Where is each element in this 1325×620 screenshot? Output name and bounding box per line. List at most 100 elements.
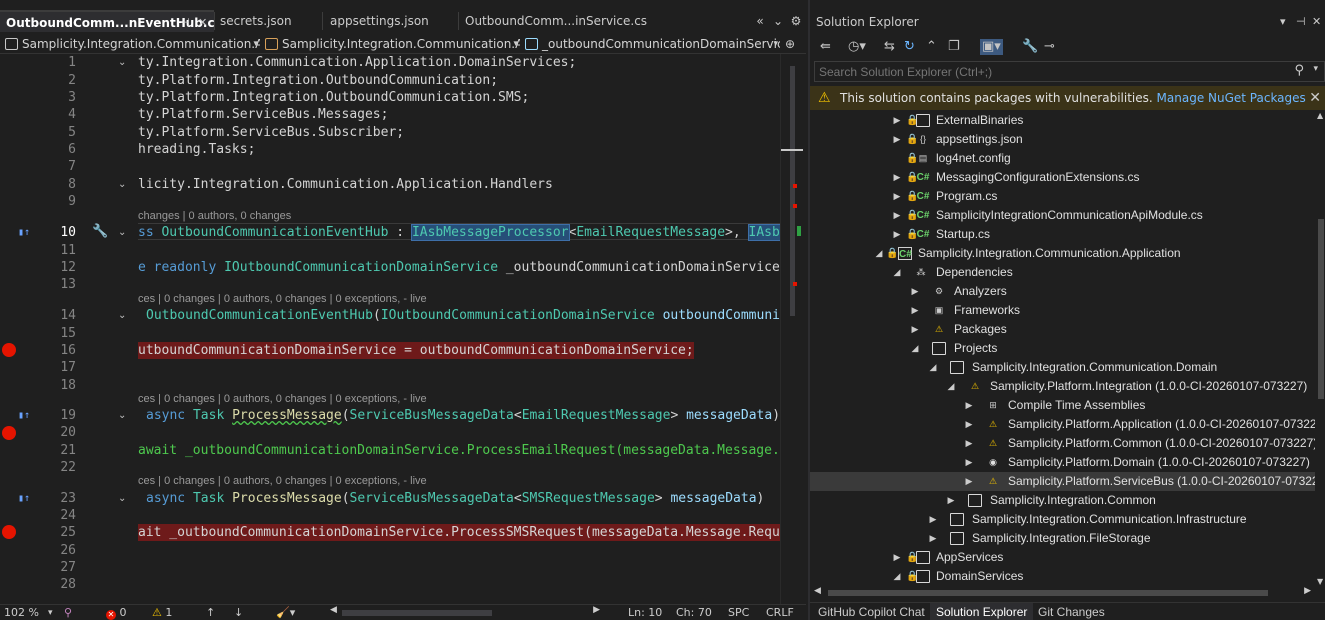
- breakpoint-icon[interactable]: [2, 525, 16, 539]
- tree-item-project[interactable]: ◢ 🔒 C# Samplicity.Integration.Communicat…: [810, 244, 1315, 263]
- tree-vertical-scrollbar[interactable]: ▲ ▼: [1315, 111, 1325, 586]
- code-text-area[interactable]: ty.Integration.Communication.Application…: [138, 54, 780, 604]
- tab-outbound-domain-service[interactable]: OutboundComm...inService.cs: [459, 10, 669, 32]
- tab-git-changes[interactable]: Git Changes: [1032, 603, 1111, 620]
- expand-arrow-icon[interactable]: ▶: [964, 472, 974, 491]
- tree-item[interactable]: ◢ ⚠ Samplicity.Platform.Integration (1.0…: [810, 377, 1315, 396]
- tree-item[interactable]: ◢ ⁂ Dependencies: [810, 263, 1315, 282]
- chevron-down-icon[interactable]: ▾: [1313, 64, 1318, 74]
- copilot-icon[interactable]: ⚲: [64, 605, 72, 620]
- expand-arrow-icon[interactable]: ▶: [928, 529, 938, 548]
- tab-outbound-event-hub[interactable]: OutboundComm...nEventHub.cs ⊣ ✕: [0, 10, 214, 32]
- expand-arrow-icon[interactable]: ▶: [964, 453, 974, 472]
- scroll-down-icon[interactable]: ▼: [1317, 577, 1323, 586]
- scroll-right-icon[interactable]: ▶: [593, 605, 600, 615]
- tree-item[interactable]: ◢ 🔒 DomainServices: [810, 567, 1315, 586]
- refresh-icon[interactable]: ↻: [904, 39, 915, 55]
- scroll-left-icon[interactable]: ◀: [330, 605, 337, 615]
- tree-item[interactable]: ◢ Projects: [810, 339, 1315, 358]
- pin-icon[interactable]: ⊣: [1296, 12, 1306, 32]
- expand-arrow-icon[interactable]: ▶: [892, 168, 902, 187]
- tree-item[interactable]: ▶ ▣ Frameworks: [810, 301, 1315, 320]
- breakpoint-icon[interactable]: [2, 343, 16, 357]
- line-ending[interactable]: CRLF: [766, 605, 794, 620]
- implementation-icon[interactable]: ▮↑: [18, 490, 30, 507]
- codelens-info[interactable]: changes | 0 authors, 0 changes: [138, 210, 291, 223]
- project-dropdown[interactable]: Samplicity.Integration.Communication.Ap …: [2, 35, 260, 53]
- codelens-info[interactable]: ces | 0 changes | 0 authors, 0 changes |…: [138, 393, 427, 406]
- expand-arrow-icon[interactable]: ▶: [928, 510, 938, 529]
- search-icon[interactable]: ⚲: [1294, 63, 1304, 78]
- tree-item[interactable]: ▶ Samplicity.Integration.FileStorage: [810, 529, 1315, 548]
- fold-toggle-icon[interactable]: ⌄: [118, 307, 126, 324]
- expand-arrow-icon[interactable]: ▶: [910, 301, 920, 320]
- editor-vertical-scrollbar[interactable]: [780, 54, 803, 604]
- fold-toggle-icon[interactable]: ⌄: [118, 176, 126, 193]
- tree-item[interactable]: ▶ 🔒 {} appsettings.json: [810, 130, 1315, 149]
- chevron-down-icon[interactable]: ⌄: [770, 10, 786, 32]
- tree-item[interactable]: ▶ ⚠ Samplicity.Platform.Application (1.0…: [810, 415, 1315, 434]
- collapse-arrow-icon[interactable]: ◢: [892, 263, 902, 282]
- scrollbar-thumb[interactable]: [828, 590, 1268, 596]
- collapse-arrow-icon[interactable]: ◢: [910, 339, 920, 358]
- expand-arrow-icon[interactable]: ▶: [892, 130, 902, 149]
- solution-tree[interactable]: ▶ 🔒 ExternalBinaries ▶ 🔒 {} appsettings.…: [810, 111, 1315, 586]
- pin-icon[interactable]: ⊣: [180, 12, 190, 32]
- scrollbar-thumb[interactable]: [1318, 219, 1324, 399]
- tree-item[interactable]: ▶ ⚙ Analyzers: [810, 282, 1315, 301]
- search-input[interactable]: [819, 63, 1289, 80]
- tree-item[interactable]: ▶ ⚠ Samplicity.Platform.Common (1.0.0-CI…: [810, 434, 1315, 453]
- tree-item[interactable]: ▶ Samplicity.Integration.Communication.I…: [810, 510, 1315, 529]
- tab-github-copilot-chat[interactable]: GitHub Copilot Chat: [812, 603, 931, 620]
- expand-arrow-icon[interactable]: ▶: [892, 111, 902, 130]
- close-icon[interactable]: ✕: [1312, 12, 1321, 32]
- editor-gutter[interactable]: 1 2 3 4 5 6 7 8 9 10 11 12 13 14 15 16 1…: [0, 54, 138, 604]
- tree-item[interactable]: ▶ 🔒 ExternalBinaries: [810, 111, 1315, 130]
- tab-overflow-icon[interactable]: «: [752, 10, 768, 32]
- editor-horizontal-scrollbar[interactable]: ◀ ▶: [330, 605, 600, 618]
- tree-item[interactable]: ▶ 🔒 C# Startup.cs: [810, 225, 1315, 244]
- column-indicator[interactable]: Ch: 70: [676, 605, 712, 620]
- expand-arrow-icon[interactable]: ▶: [892, 548, 902, 567]
- line-indicator[interactable]: Ln: 10: [628, 605, 662, 620]
- zoom-level[interactable]: 102 %: [4, 605, 39, 620]
- tree-item[interactable]: ▶ 🔒 C# Program.cs: [810, 187, 1315, 206]
- scroll-up-icon[interactable]: ▲: [1317, 111, 1323, 120]
- codelens-info[interactable]: ces | 0 changes | 0 authors, 0 changes |…: [138, 475, 427, 488]
- tree-item[interactable]: ◢ Samplicity.Integration.Communication.D…: [810, 358, 1315, 377]
- scroll-left-icon[interactable]: ◀: [814, 586, 821, 596]
- fold-toggle-icon[interactable]: ⌄: [118, 224, 126, 241]
- tree-item[interactable]: ▶ Samplicity.Integration.Common: [810, 491, 1315, 510]
- tree-item[interactable]: ▶ 🔒 C# SamplicityIntegrationCommunicatio…: [810, 206, 1315, 225]
- expand-arrow-icon[interactable]: ▶: [892, 225, 902, 244]
- breakpoint-icon[interactable]: [2, 426, 16, 440]
- codelens-info[interactable]: ces | 0 changes | 0 authors, 0 changes |…: [138, 293, 427, 306]
- tab-secrets-json[interactable]: secrets.json: [214, 10, 322, 32]
- tab-appsettings-json[interactable]: appsettings.json: [324, 10, 458, 32]
- code-cleanup-icon[interactable]: 🧹▾: [276, 605, 295, 620]
- tree-horizontal-scrollbar[interactable]: ◀ ▶: [810, 586, 1315, 600]
- expand-arrow-icon[interactable]: ▶: [910, 282, 920, 301]
- expand-arrow-icon[interactable]: ▶: [910, 320, 920, 339]
- tree-item[interactable]: ▶ ⚠ Packages: [810, 320, 1315, 339]
- error-count[interactable]: ✕ 0: [106, 605, 127, 620]
- scrollbar-thumb[interactable]: [342, 610, 492, 616]
- tree-item[interactable]: ▶ 🔒 C# MessagingConfigurationExtensions.…: [810, 168, 1315, 187]
- arrow-down-icon[interactable]: ↓: [234, 605, 243, 620]
- implementation-icon[interactable]: ▮↑: [18, 407, 30, 424]
- implementation-icon[interactable]: ▮↑: [18, 224, 30, 241]
- fold-toggle-icon[interactable]: ⌄: [118, 54, 126, 71]
- expand-arrow-icon[interactable]: ▶: [892, 206, 902, 225]
- tree-item[interactable]: 🔒 ▤ log4net.config: [810, 149, 1315, 168]
- expand-arrow-icon[interactable]: ▶: [964, 415, 974, 434]
- expand-arrow-icon[interactable]: ▶: [892, 187, 902, 206]
- solution-search[interactable]: ⚲ ▾: [814, 61, 1325, 82]
- tab-solution-explorer[interactable]: Solution Explorer: [930, 603, 1034, 620]
- arrow-up-icon[interactable]: ↑: [206, 605, 215, 620]
- type-dropdown[interactable]: Samplicity.Integration.Communication.Ap …: [262, 35, 520, 53]
- wrench-icon[interactable]: 🔧: [1022, 39, 1038, 55]
- expand-arrow-icon[interactable]: ▶: [964, 434, 974, 453]
- fold-toggle-icon[interactable]: ⌄: [118, 490, 126, 507]
- quick-actions-icon[interactable]: 🔧: [92, 224, 108, 239]
- tree-item-selected[interactable]: ▶ ⚠ Samplicity.Platform.ServiceBus (1.0.…: [810, 472, 1315, 491]
